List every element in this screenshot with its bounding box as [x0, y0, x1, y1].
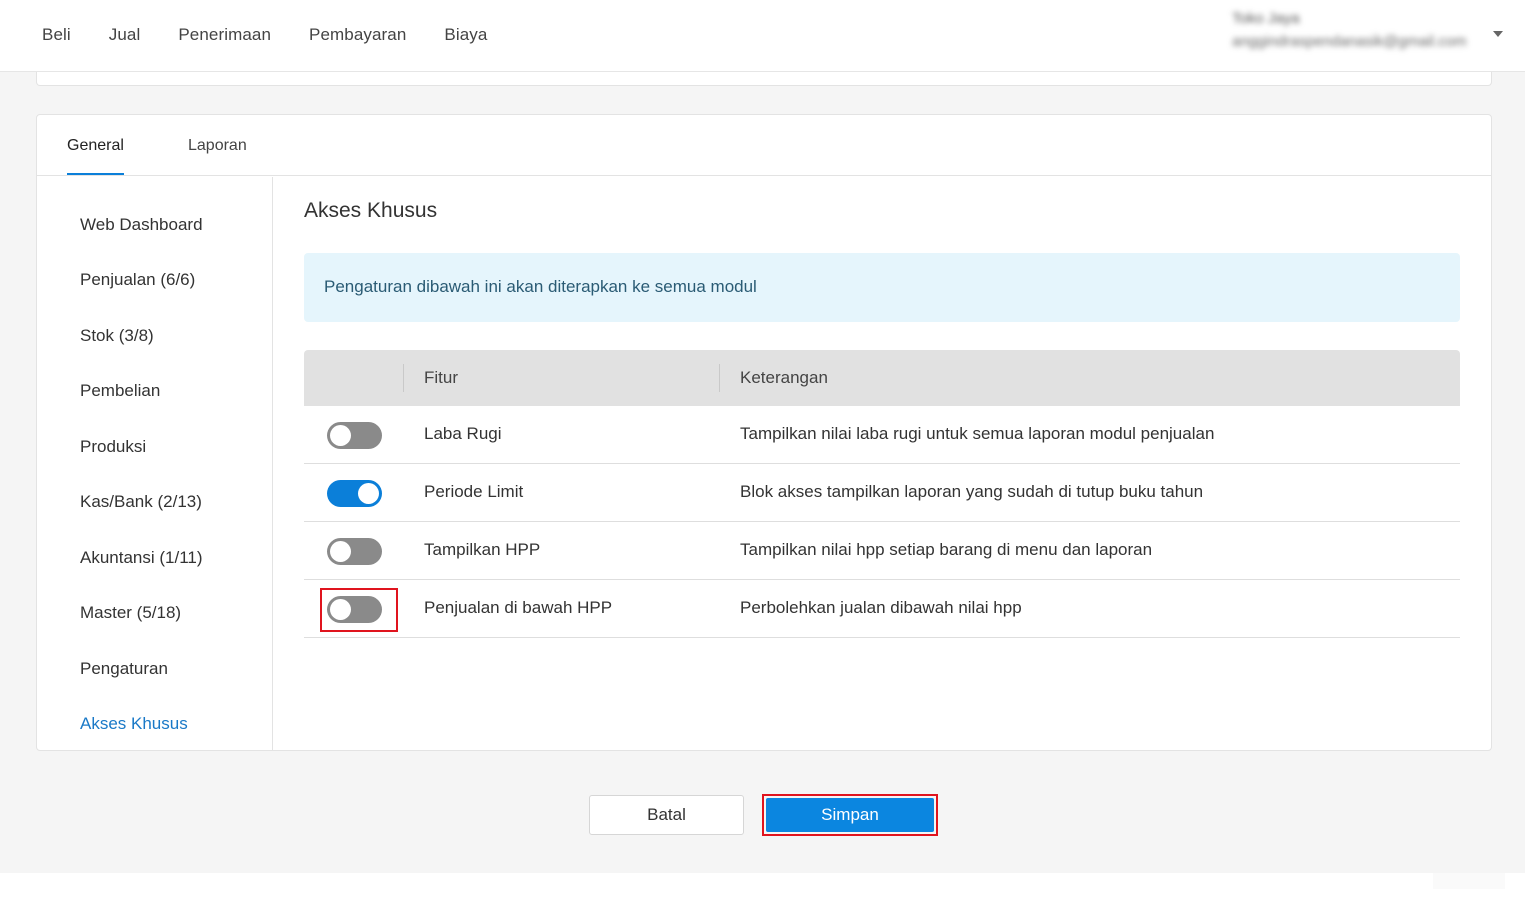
toggle-knob [358, 483, 379, 504]
nav-penerimaan[interactable]: Penerimaan [159, 25, 290, 45]
save-highlight-box: Simpan [762, 794, 938, 836]
feature-name: Laba Rugi [424, 424, 502, 443]
sidebar-item-akses-khusus[interactable]: Akses Khusus [80, 714, 188, 734]
user-name: Toko Jaya [1232, 10, 1300, 27]
settings-card: General Laporan Web Dashboard Penjualan … [36, 114, 1492, 751]
feature-name: Periode Limit [424, 482, 524, 501]
settings-sidebar: Web Dashboard Penjualan (6/6) Stok (3/8)… [37, 177, 273, 751]
nav-biaya[interactable]: Biaya [425, 25, 506, 45]
toggle-periode-limit[interactable] [327, 480, 382, 507]
save-button[interactable]: Simpan [766, 798, 934, 832]
sidebar-item-produksi[interactable]: Produksi [80, 437, 146, 457]
user-menu[interactable]: Toko Jaya anggindraspendanasik@gmail.com [1232, 10, 1492, 50]
sidebar-item-kas-bank[interactable]: Kas/Bank (2/13) [80, 492, 202, 512]
tab-general[interactable]: General [67, 137, 124, 155]
feature-description: Tampilkan nilai hpp setiap barang di men… [740, 540, 1153, 559]
nav-beli[interactable]: Beli [23, 25, 90, 45]
toggle-penjualan-di-bawah-hpp[interactable] [327, 596, 382, 623]
column-divider [403, 364, 404, 392]
table-row: Laba Rugi Tampilkan nilai laba rugi untu… [304, 406, 1460, 464]
toggle-knob [330, 425, 351, 446]
cancel-button[interactable]: Batal [589, 795, 744, 835]
sidebar-item-web-dashboard[interactable]: Web Dashboard [80, 215, 203, 235]
sidebar-item-stok[interactable]: Stok (3/8) [80, 326, 154, 346]
user-email: anggindraspendanasik@gmail.com [1232, 33, 1467, 50]
table-row: Tampilkan HPP Tampilkan nilai hpp setiap… [304, 522, 1460, 580]
tab-bar: General Laporan [37, 115, 1491, 176]
section-title: Akses Khusus [304, 199, 438, 222]
caret-down-icon[interactable] [1493, 31, 1503, 37]
tab-laporan[interactable]: Laporan [188, 137, 247, 155]
top-bar: Beli Jual Penerimaan Pembayaran Biaya To… [0, 0, 1525, 72]
column-header-keterangan: Keterangan [740, 368, 828, 387]
table-header: Fitur Keterangan [304, 350, 1460, 406]
sidebar-item-penjualan[interactable]: Penjualan (6/6) [80, 270, 195, 290]
sidebar-item-master[interactable]: Master (5/18) [80, 603, 181, 623]
sidebar-item-pengaturan[interactable]: Pengaturan [80, 659, 168, 679]
toggle-laba-rugi[interactable] [327, 422, 382, 449]
toggle-knob [330, 599, 351, 620]
feature-description: Tampilkan nilai laba rugi untuk semua la… [740, 424, 1215, 443]
toggle-tampilkan-hpp[interactable] [327, 538, 382, 565]
feature-description: Perbolehkan jualan dibawah nilai hpp [740, 598, 1022, 617]
feature-name: Penjualan di bawah HPP [424, 598, 613, 617]
nav-pembayaran[interactable]: Pembayaran [290, 25, 425, 45]
table-row: Periode Limit Blok akses tampilkan lapor… [304, 464, 1460, 522]
info-text: Pengaturan dibawah ini akan diterapkan k… [324, 277, 757, 296]
previous-card-edge [36, 72, 1492, 86]
column-divider [719, 364, 720, 392]
column-header-fitur: Fitur [424, 368, 458, 387]
top-navigation: Beli Jual Penerimaan Pembayaran Biaya [23, 0, 506, 70]
table-row: Penjualan di bawah HPP Perbolehkan juala… [304, 580, 1460, 638]
sidebar-item-akuntansi[interactable]: Akuntansi (1/11) [80, 548, 203, 568]
feature-name: Tampilkan HPP [424, 540, 541, 559]
info-alert: Pengaturan dibawah ini akan diterapkan k… [304, 253, 1460, 322]
corner-widget [1433, 873, 1505, 889]
feature-description: Blok akses tampilkan laporan yang sudah … [740, 482, 1204, 501]
toggle-knob [330, 541, 351, 562]
nav-jual[interactable]: Jual [90, 25, 160, 45]
sidebar-item-pembelian[interactable]: Pembelian [80, 381, 160, 401]
active-tab-indicator [67, 173, 124, 175]
